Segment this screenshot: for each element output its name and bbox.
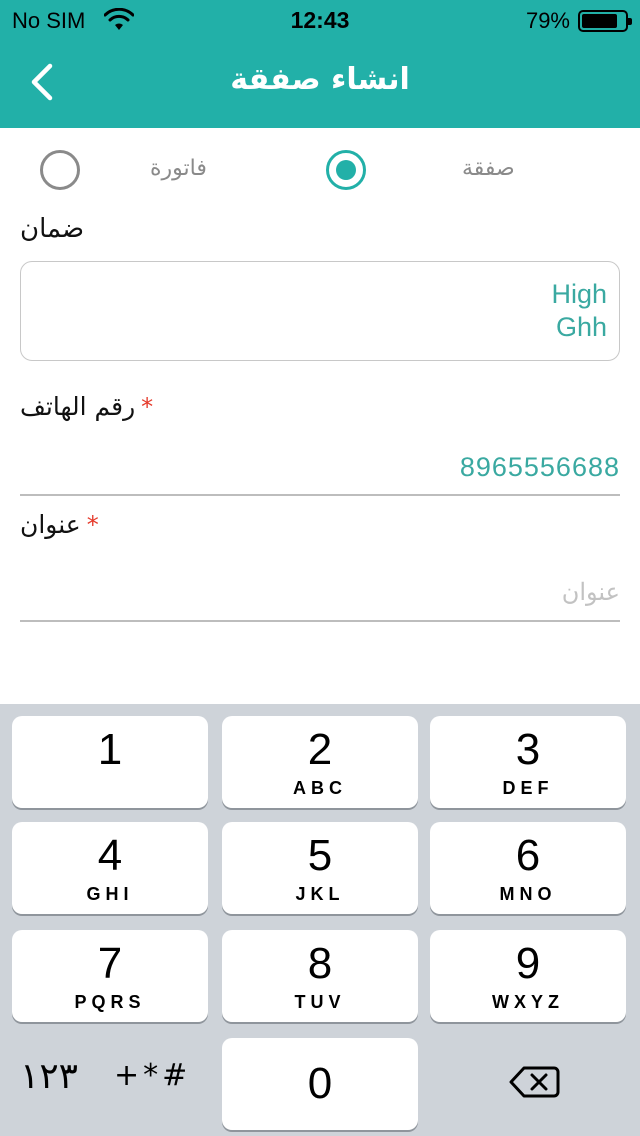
- notes-line-1: High: [551, 279, 607, 309]
- address-input-underline: [20, 620, 620, 622]
- status-bar: No SIM 12:43 79%: [0, 0, 640, 40]
- option-invoice-radio[interactable]: [40, 150, 80, 190]
- key-3[interactable]: 3 DEF: [430, 716, 626, 808]
- key-6[interactable]: 6 MNO: [430, 822, 626, 914]
- partial-field-label: ضمان: [20, 214, 85, 242]
- notes-textarea[interactable]: High Ghh: [20, 261, 620, 361]
- key-1[interactable]: 1: [12, 716, 208, 808]
- option-invoice-label[interactable]: فاتورة: [150, 156, 207, 181]
- backspace-icon[interactable]: [508, 1062, 560, 1102]
- required-mark: *: [86, 511, 99, 539]
- key-8[interactable]: 8 TUV: [222, 930, 418, 1022]
- battery-icon: [578, 10, 632, 32]
- address-placeholder: عنوان: [561, 579, 620, 606]
- key-4[interactable]: 4 GHI: [12, 822, 208, 914]
- option-deal-radio[interactable]: [326, 150, 366, 190]
- notes-line-2: Ghh: [555, 312, 607, 342]
- address-field-label: عنوان *: [20, 510, 99, 539]
- option-deal-label[interactable]: صفقة: [462, 156, 515, 181]
- phone-input[interactable]: 8965556688: [20, 452, 620, 483]
- battery-percent: 79%: [525, 8, 570, 33]
- required-mark: *: [141, 393, 154, 421]
- key-0[interactable]: 0: [222, 1038, 418, 1130]
- page-title: انشاء صفقة: [230, 62, 410, 97]
- type-selector: صفقة فاتورة: [0, 130, 640, 210]
- key-2[interactable]: 2 ABC: [222, 716, 418, 808]
- key-7[interactable]: 7 PQRS: [12, 930, 208, 1022]
- navigation-header: No SIM 12:43 79% انشاء صفقة: [0, 0, 640, 128]
- phone-input-underline: [20, 494, 620, 496]
- symbols-key[interactable]: +*#: [114, 1058, 191, 1093]
- key-9[interactable]: 9 WXYZ: [430, 930, 626, 1022]
- phone-field-label: رقم الهاتف *: [20, 392, 154, 421]
- key-5[interactable]: 5 JKL: [222, 822, 418, 914]
- numeric-mode-key[interactable]: ١٢٣: [20, 1056, 78, 1097]
